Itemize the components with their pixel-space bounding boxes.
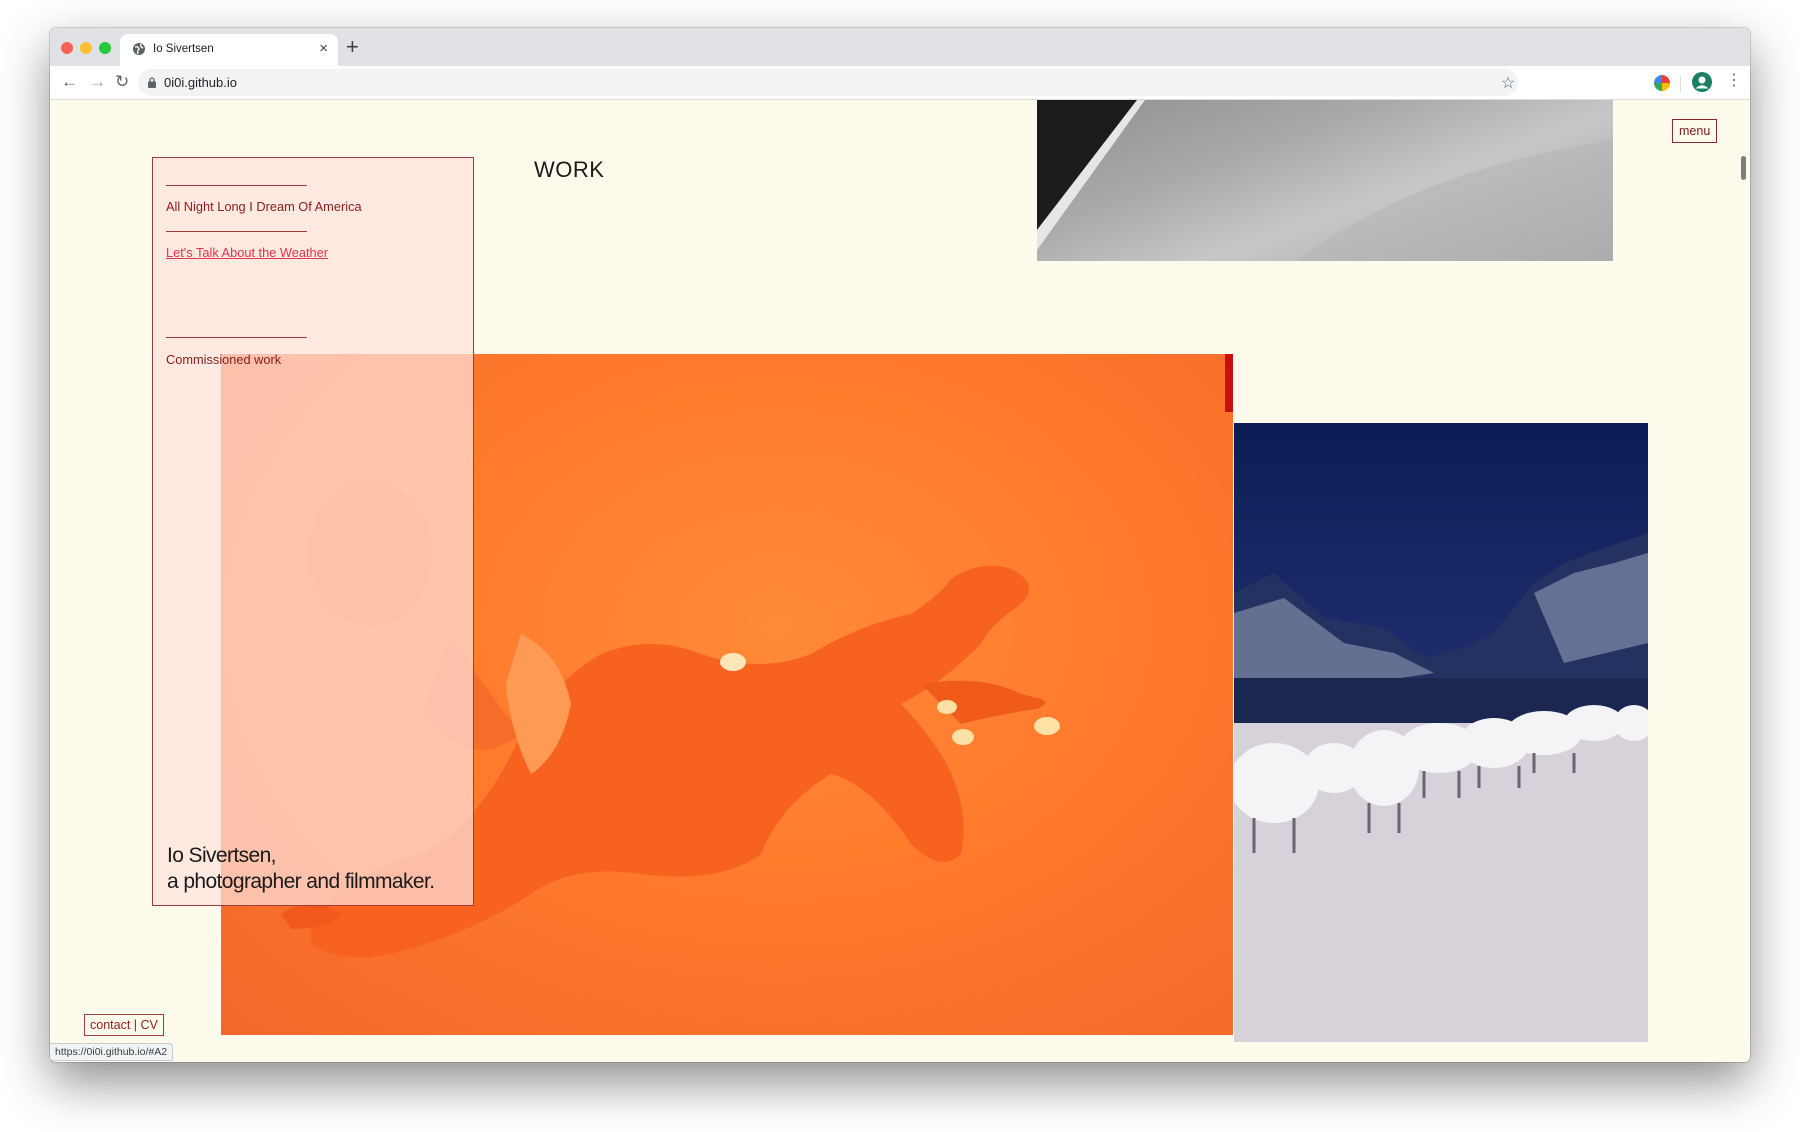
- browser-toolbar: ← → ↻ 0i0i.github.io ☆ ⋮: [50, 66, 1750, 100]
- sidebar-item-weather[interactable]: Let's Talk About the Weather: [166, 245, 328, 260]
- bio-text: Io Sivertsen, a photographer and filmmak…: [167, 843, 435, 895]
- contact-cv-button[interactable]: contact | CV: [84, 1014, 164, 1036]
- browser-tab[interactable]: Io Sivertsen ×: [120, 34, 338, 66]
- minimize-window-button[interactable]: [80, 42, 92, 54]
- url-text: 0i0i.github.io: [164, 75, 237, 90]
- page-title: WORK: [534, 157, 605, 182]
- bio-line-name: Io Sivertsen,: [167, 844, 277, 867]
- reload-icon[interactable]: ↻: [115, 72, 129, 92]
- bio-line-role: a photographer and filmmaker.: [167, 870, 435, 893]
- kebab-menu-icon[interactable]: ⋮: [1726, 71, 1742, 91]
- profile-icon[interactable]: [1692, 72, 1712, 92]
- maximize-window-button[interactable]: [99, 42, 111, 54]
- tab-title: Io Sivertsen: [153, 43, 214, 55]
- sidebar-item-all-night-long[interactable]: All Night Long I Dream Of America: [166, 199, 362, 214]
- back-icon[interactable]: ←: [61, 72, 78, 92]
- browser-window: Io Sivertsen × + ← → ↻ 0i0i.github.io ☆ …: [50, 28, 1750, 1062]
- tab-strip: Io Sivertsen × +: [50, 28, 1750, 66]
- gallery-photo-fabric[interactable]: [1037, 100, 1613, 261]
- sidebar-item-commissioned[interactable]: Commissioned work: [166, 352, 281, 367]
- lock-icon: [148, 77, 156, 88]
- menu-button[interactable]: menu: [1672, 119, 1718, 143]
- tab-close-icon[interactable]: ×: [319, 40, 328, 58]
- close-window-button[interactable]: [61, 42, 73, 54]
- address-bar[interactable]: 0i0i.github.io ☆: [138, 69, 1518, 96]
- star-icon[interactable]: ☆: [1501, 73, 1515, 93]
- sidebar-divider: [166, 231, 307, 232]
- project-sidebar: All Night Long I Dream Of America Let's …: [152, 157, 474, 906]
- extension-icon[interactable]: [1654, 75, 1670, 91]
- toolbar-divider: [1680, 76, 1681, 92]
- new-tab-button[interactable]: +: [346, 35, 359, 59]
- sidebar-divider: [166, 337, 307, 338]
- globe-icon: [133, 43, 145, 55]
- page-viewport: WORK menu All Night Long I Dream Of Amer…: [50, 100, 1750, 1062]
- forward-icon[interactable]: →: [89, 72, 106, 92]
- status-bar-url: https://0i0i.github.io/#A2: [50, 1043, 174, 1061]
- sidebar-divider: [166, 185, 307, 186]
- gallery-photo-sheep[interactable]: [1234, 423, 1648, 1042]
- scrollbar-thumb[interactable]: [1741, 156, 1746, 180]
